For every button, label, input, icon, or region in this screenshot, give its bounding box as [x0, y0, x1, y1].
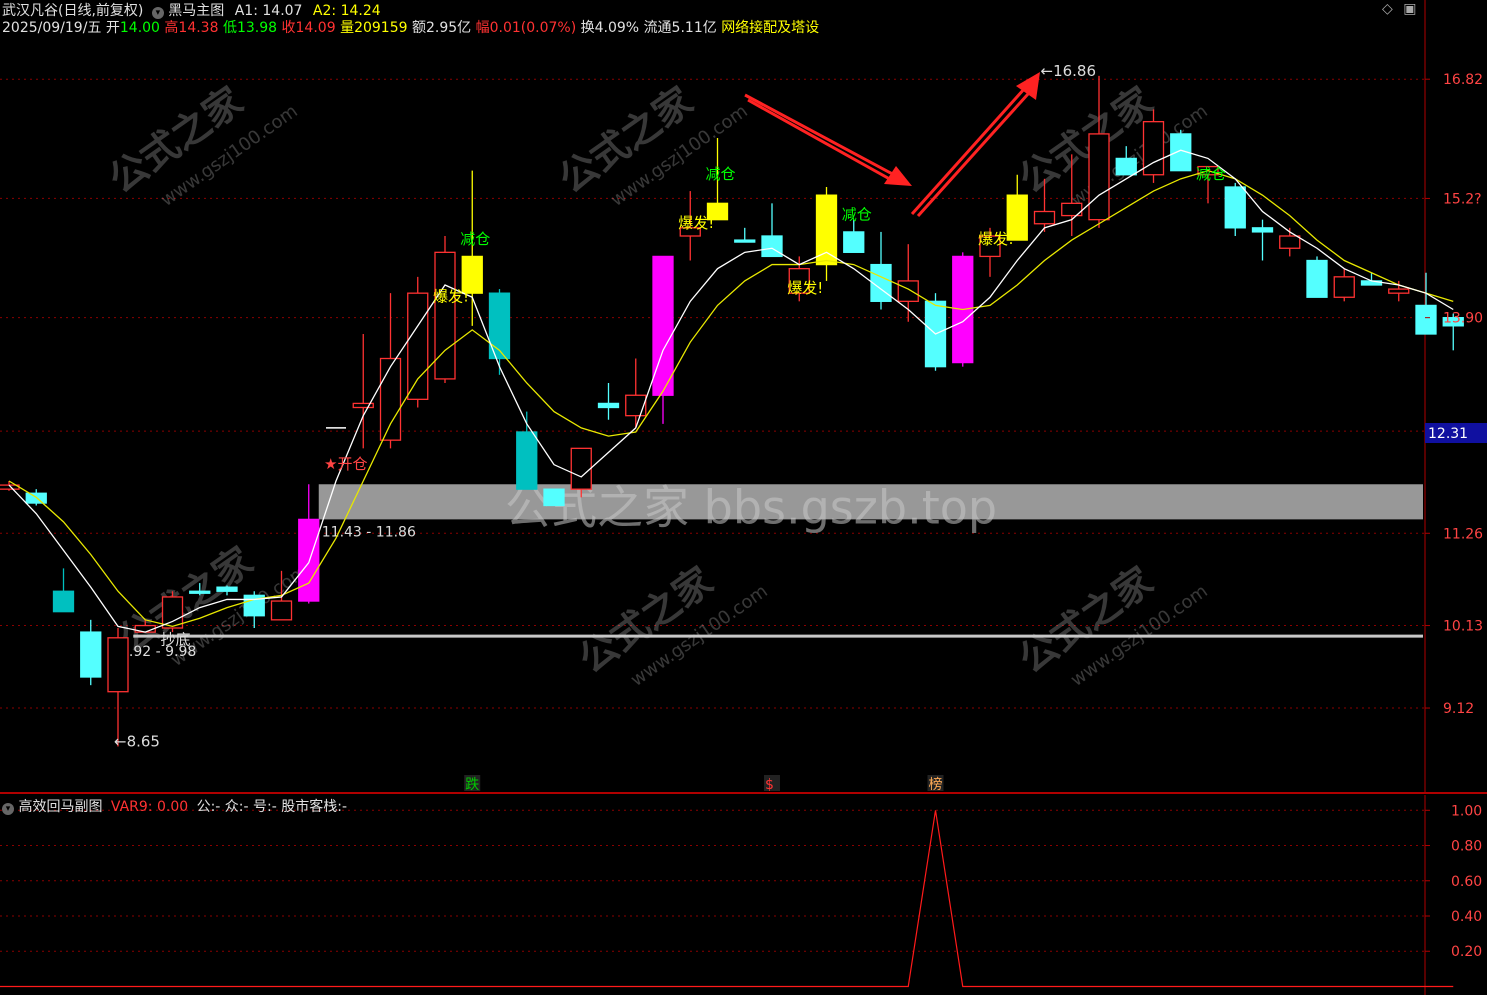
candle-body [761, 235, 783, 258]
header-row-2: 2025/09/19/五 开14.00 高14.38 低13.98 收14.09… [2, 17, 819, 37]
candle-body [379, 357, 402, 441]
close-label: 收 [281, 20, 296, 36]
low-value: 13.98 [236, 20, 278, 36]
bottom-marker: $ [765, 777, 774, 793]
candle-body [870, 263, 892, 302]
candle-body [1251, 227, 1274, 233]
volume-value: 209159 [354, 20, 408, 36]
candle-body [80, 631, 102, 678]
candle-body [216, 586, 238, 592]
candle-body [897, 280, 919, 302]
close-value: 14.09 [295, 20, 336, 36]
candle-body [52, 590, 75, 613]
chart-annotation: 爆发! [433, 287, 469, 305]
candle-body [543, 488, 565, 507]
candle-body [652, 255, 674, 396]
candle-body [189, 590, 211, 594]
open-value: 14.00 [119, 20, 160, 36]
candle-body [815, 194, 838, 266]
bottom-marker: 榜 [929, 776, 943, 793]
amount-value: 额2.95亿 [411, 20, 472, 36]
chart-annotation: 减仓 [706, 165, 736, 183]
candle-body [1115, 157, 1137, 176]
chart-annotation: ←8.65 [114, 732, 160, 750]
chart-annotation: ★开仓 [324, 455, 367, 473]
candle-body [516, 431, 538, 490]
y-tick-label: 0.40 [1451, 909, 1482, 925]
candle-body [597, 402, 620, 409]
chart-annotation: 减仓 [1196, 165, 1226, 183]
candle-body [434, 251, 456, 380]
candle-body [1306, 259, 1328, 298]
current-price-tag: 12.31 [1428, 426, 1468, 442]
concept-tag[interactable]: 网络接配及塔设 [721, 20, 819, 36]
sub-panel-header: ▾ 高效回马副图 VAR9: 0.00 公:- 众:- 号:- 股市客栈:- [2, 796, 347, 816]
chart-annotation: 爆发! [978, 230, 1014, 248]
restore-window-icon[interactable]: ▣ [1403, 1, 1416, 17]
amplitude-label: 幅 [475, 20, 490, 36]
candle-body [1279, 235, 1301, 249]
y-tick-label: 0.20 [1451, 944, 1482, 960]
candle-body [1333, 276, 1355, 298]
window-icons: ◇ ▣ [1382, 1, 1416, 17]
var9-value: VAR9: 0.00 [110, 799, 189, 815]
turnover-value: 换4.09% [580, 20, 640, 36]
candle-body [1415, 304, 1437, 335]
chart-annotation: 抄底 [161, 630, 191, 648]
y-tick-label: 10.13 [1443, 619, 1483, 635]
y-tick-label: 9.12 [1443, 701, 1474, 717]
candle-body [107, 637, 129, 693]
bar-date: 2025/09/19/五 [2, 20, 102, 36]
candle-body [734, 239, 756, 243]
bottom-marker: 跌 [465, 777, 479, 793]
candle-body [161, 596, 184, 629]
candle-body [270, 600, 293, 621]
sub-header-extra: 公:- 众:- 号:- 股市客栈:- [196, 799, 348, 815]
y-tick-label: 11.26 [1443, 526, 1483, 542]
candle[interactable] [543, 488, 565, 507]
candle[interactable] [407, 276, 429, 408]
high-label: 高 [164, 20, 179, 36]
candle[interactable] [1224, 182, 1246, 236]
candle[interactable] [434, 236, 456, 383]
y-tick-label: 13.90 [1443, 311, 1483, 327]
candle-body [1088, 133, 1110, 221]
chevron-down-icon[interactable]: ▾ [2, 803, 14, 815]
chart-annotation: ←16.86 [1041, 62, 1097, 80]
chart-stage: 公式之家www.gszj100.com 公式之家www.gszj100.com 公式… [0, 0, 1487, 995]
candle[interactable] [1306, 256, 1328, 298]
candle-body [843, 231, 865, 253]
sub-indicator-name[interactable]: 高效回马副图 [18, 799, 102, 815]
float-cap-value: 流通5.11亿 [643, 20, 717, 36]
amplitude-value: 0.01(0.07%) [489, 20, 577, 36]
high-value: 14.38 [178, 20, 219, 36]
candle-body [298, 518, 320, 602]
diamond-icon[interactable]: ◇ [1382, 1, 1393, 17]
y-tick-label: 0.60 [1451, 874, 1482, 890]
candle-body [1388, 288, 1410, 294]
candle-body [407, 292, 429, 400]
chart-annotation: 减仓 [842, 206, 872, 224]
y-tick-label: 16.82 [1443, 72, 1483, 88]
chart-annotation: 减仓 [460, 230, 490, 248]
chart-annotation: 爆发! [787, 279, 823, 297]
candle-body [1033, 210, 1056, 225]
low-label: 低 [222, 20, 237, 36]
y-tick-label: 15.2? [1443, 191, 1482, 207]
candle-body [625, 394, 647, 417]
chart-annotation: 爆发! [678, 214, 714, 232]
volume-label: 量 [340, 20, 355, 36]
y-tick-label: 0.80 [1451, 839, 1482, 855]
candle-body [1224, 186, 1246, 229]
open-label: 开 [105, 20, 120, 36]
y-tick-label: 1.00 [1451, 803, 1482, 819]
candle-body [570, 447, 592, 490]
